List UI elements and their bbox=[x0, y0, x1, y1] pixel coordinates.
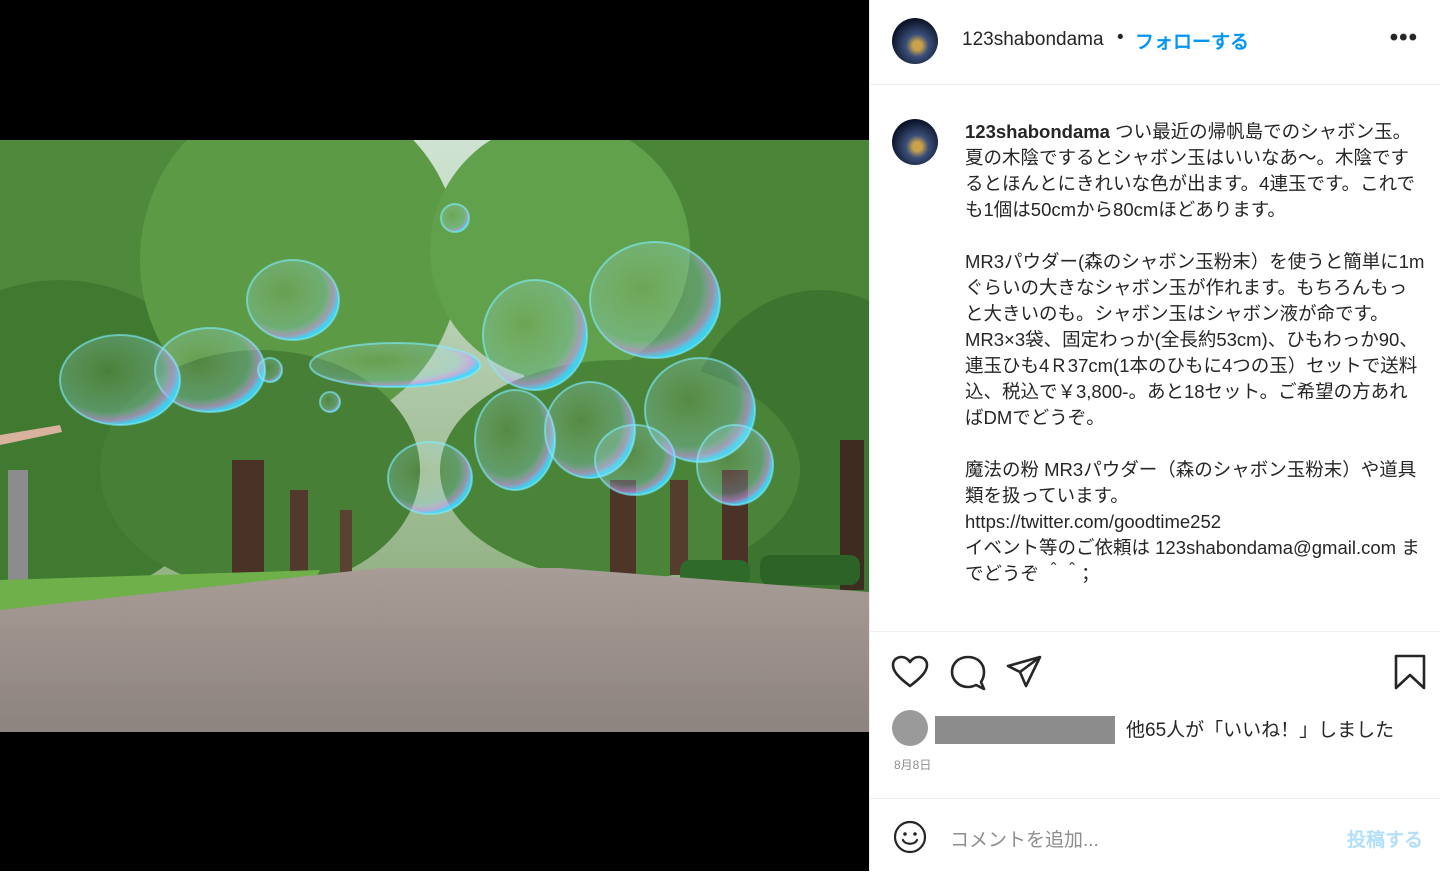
bubble-photo-image bbox=[0, 140, 869, 732]
bookmark-icon[interactable] bbox=[1390, 652, 1430, 692]
post-header: 123shabondama • フォローする ••• bbox=[870, 0, 1440, 85]
post-media[interactable] bbox=[0, 0, 869, 871]
more-icon[interactable]: ••• bbox=[1390, 24, 1418, 52]
follow-button[interactable]: フォローする bbox=[1135, 27, 1249, 54]
post-date[interactable]: 8月8日 bbox=[894, 756, 931, 773]
comment-input[interactable]: コメントを追加... bbox=[950, 825, 1099, 852]
emoji-icon[interactable] bbox=[892, 819, 928, 855]
caption-avatar[interactable] bbox=[892, 119, 938, 165]
share-icon[interactable] bbox=[1004, 652, 1044, 692]
post-side-panel: 123shabondama • フォローする ••• 123shabondama… bbox=[869, 0, 1440, 871]
likes-count-text[interactable]: 他65人が「いいね！」しました bbox=[1126, 715, 1394, 742]
username-link[interactable]: 123shabondama bbox=[962, 29, 1104, 51]
comment-icon[interactable] bbox=[948, 652, 988, 692]
likes-row: 他65人が「いいね！」しました bbox=[890, 708, 1430, 748]
liker-avatar[interactable] bbox=[892, 710, 928, 746]
caption-text: 123shabondama つい最近の帰帆島でのシャボン玉。夏の木陰でするとシャ… bbox=[965, 119, 1425, 587]
heart-icon[interactable] bbox=[890, 652, 930, 692]
separator-dot: • bbox=[1117, 27, 1124, 48]
comment-bar: コメントを追加... 投稿する bbox=[870, 798, 1440, 872]
post-comment-button[interactable]: 投稿する bbox=[1347, 825, 1423, 852]
avatar[interactable] bbox=[892, 18, 938, 64]
caption-username[interactable]: 123shabondama bbox=[965, 121, 1110, 142]
caption-section: 123shabondama つい最近の帰帆島でのシャボン玉。夏の木陰でするとシャ… bbox=[870, 85, 1440, 632]
action-bar bbox=[870, 644, 1440, 700]
post-photo[interactable] bbox=[0, 140, 869, 732]
caption-body: つい最近の帰帆島でのシャボン玉。夏の木陰でするとシャボン玉はいいなあ〜。木陰です… bbox=[965, 121, 1425, 584]
redacted-liker-name bbox=[935, 716, 1115, 744]
